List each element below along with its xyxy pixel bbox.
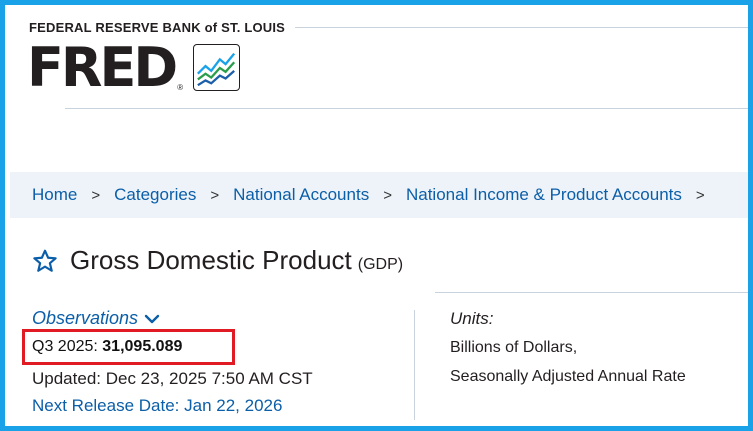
units-value-line2: Seasonally Adjusted Annual Rate xyxy=(450,368,686,385)
units-value-line1: Billions of Dollars, xyxy=(450,339,578,356)
chevron-down-icon xyxy=(144,314,160,323)
fred-logo[interactable]: FRED ® xyxy=(27,36,241,99)
observations-label: Observations xyxy=(32,308,139,328)
breadcrumb-home[interactable]: Home xyxy=(32,185,77,205)
latest-observation: Q3 2025: 31,095.089 xyxy=(32,338,182,356)
observations-dropdown[interactable]: Observations xyxy=(32,308,160,329)
fred-logo-text: FRED xyxy=(27,36,178,99)
column-divider xyxy=(414,310,415,420)
series-title-row: Gross Domestic Product (GDP) xyxy=(32,245,403,276)
breadcrumb-separator: > xyxy=(91,186,101,204)
breadcrumb-national-accounts[interactable]: National Accounts xyxy=(233,185,369,205)
units-label: Units: xyxy=(450,309,494,328)
series-id: (GDP) xyxy=(357,255,404,273)
observation-value: 31,095.089 xyxy=(102,338,183,355)
updated-timestamp: Updated: Dec 23, 2025 7:50 AM CST xyxy=(32,369,313,388)
breadcrumb-separator: > xyxy=(695,186,705,204)
breadcrumb-separator: > xyxy=(210,186,220,204)
observation-period: Q3 2025: xyxy=(32,338,103,355)
breadcrumb-separator: > xyxy=(383,186,392,204)
breadcrumb-categories[interactable]: Categories xyxy=(114,185,196,205)
star-icon[interactable] xyxy=(32,248,58,274)
header-bottom-divider xyxy=(65,108,748,109)
breadcrumb-national-income-product-accounts[interactable]: National Income & Product Accounts xyxy=(406,185,682,205)
org-name: FEDERAL RESERVE BANK of ST. LOUIS xyxy=(29,20,286,35)
fred-chart-logo-icon xyxy=(193,44,241,91)
units-top-divider xyxy=(435,292,748,293)
page-title: Gross Domestic Product xyxy=(70,245,352,275)
header-divider xyxy=(295,27,748,28)
registered-mark: ® xyxy=(177,83,184,92)
page-frame: FEDERAL RESERVE BANK of ST. LOUIS FRED ®… xyxy=(0,0,753,431)
next-release-link[interactable]: Next Release Date: Jan 22, 2026 xyxy=(32,396,282,416)
breadcrumb: Home > Categories > National Accounts > … xyxy=(10,172,748,218)
